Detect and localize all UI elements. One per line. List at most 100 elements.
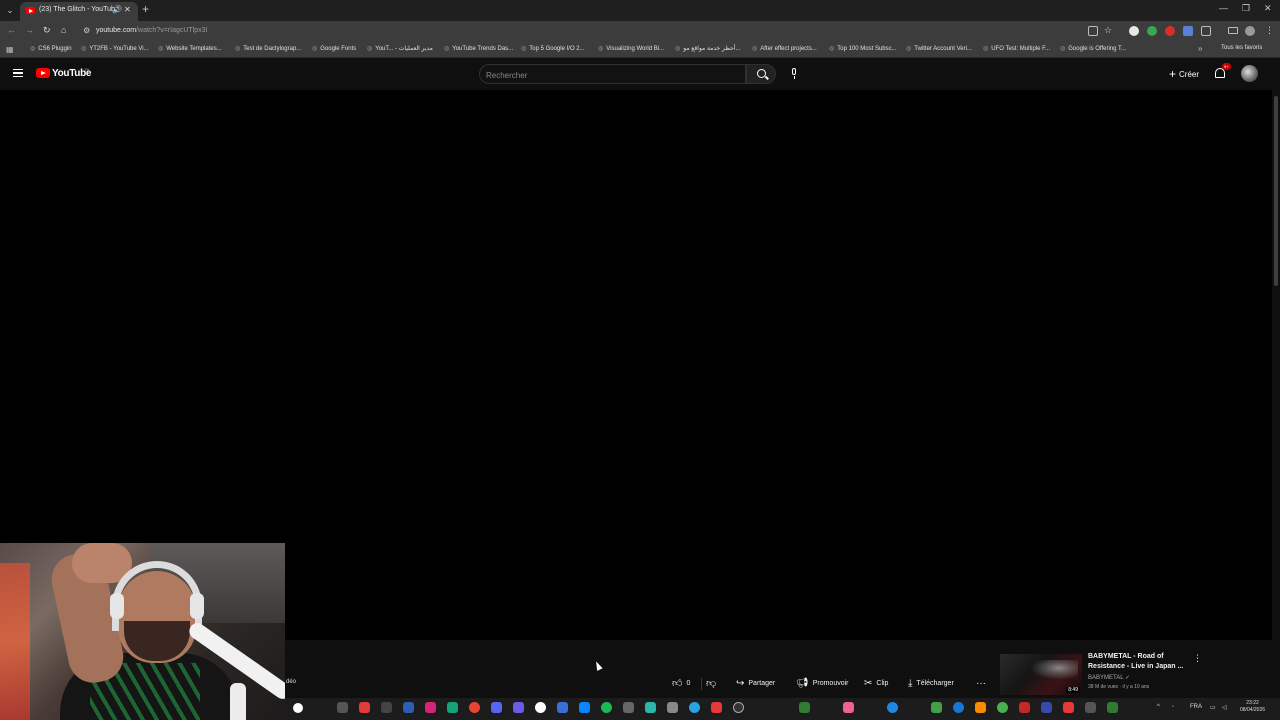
tab-close-icon[interactable]: ✕ — [124, 5, 131, 14]
system-clock[interactable]: 23:22 08/04/2026 — [1240, 700, 1265, 714]
taskbar-app-icon[interactable] — [381, 702, 392, 713]
guide-menu-icon[interactable] — [13, 69, 23, 77]
taskbar-app-icon[interactable] — [711, 702, 722, 713]
suggested-channel[interactable]: BABYMETAL ✓ — [1088, 674, 1130, 681]
bookmark-item[interactable]: Top 100 Most Subsc... — [829, 45, 896, 52]
bookmark-item[interactable]: YouTube Trends Das... — [444, 45, 513, 52]
bookmark-item[interactable]: Test de Dactylograp... — [235, 45, 301, 52]
download-button[interactable]: ⤓ Télécharger — [908, 675, 954, 693]
taskbar-app-icon[interactable] — [447, 702, 458, 713]
bookmark-item[interactable]: UFO Test: Multiple F... — [983, 45, 1050, 52]
telegram-taskbar-icon[interactable] — [689, 702, 700, 713]
taskbar-app-icon[interactable] — [403, 702, 414, 713]
profile-icon[interactable] — [1245, 26, 1255, 36]
promote-button[interactable]: 📢︎ Promouvoir — [796, 675, 849, 693]
taskbar-app-icon[interactable] — [337, 702, 348, 713]
taskbar-app-icon[interactable] — [1019, 702, 1030, 713]
tray-overflow-icon[interactable]: ^ — [1157, 704, 1160, 710]
side-panel-icon[interactable] — [1228, 27, 1238, 34]
bookmark-item[interactable]: Google Fonts — [312, 45, 356, 52]
avatar[interactable] — [1241, 65, 1258, 82]
bookmark-item[interactable]: YT2FB - YouTube Vi... — [81, 45, 148, 52]
new-tab-icon[interactable]: + — [142, 3, 149, 15]
bookmark-item[interactable]: أحظر خدمة مواقع مو... — [675, 45, 740, 52]
taskbar-app-icon[interactable] — [557, 702, 568, 713]
suggested-menu-icon[interactable]: ⋮ — [1193, 653, 1202, 664]
bookmark-item[interactable]: CS6 Pluggin — [30, 45, 71, 52]
clip-button[interactable]: ✂ Clip — [864, 675, 888, 693]
back-icon[interactable]: ← — [7, 25, 16, 35]
extension-shield-icon[interactable] — [1129, 26, 1139, 36]
taskbar-app-icon[interactable] — [535, 702, 546, 713]
taskbar-app-icon[interactable] — [579, 702, 590, 713]
home-icon[interactable]: ⌂ — [61, 25, 66, 35]
extension-green-icon[interactable] — [1147, 26, 1157, 36]
suggested-thumbnail[interactable]: 8:49 — [1000, 654, 1082, 695]
bookmark-item[interactable]: Google is Offering T... — [1060, 45, 1126, 52]
language-indicator[interactable]: FRA — [1190, 704, 1202, 710]
dislike-button[interactable]: 👎︎ — [706, 675, 720, 693]
spotify-taskbar-icon[interactable] — [601, 702, 612, 713]
bookmark-item[interactable]: Top 5 Google I/O 2... — [521, 45, 584, 52]
bookmark-item[interactable]: YouT... - مدير العمليات — [367, 45, 433, 52]
cast-icon[interactable] — [1088, 26, 1098, 36]
taskbar-app-icon[interactable] — [887, 702, 898, 713]
extension-red-icon[interactable] — [1165, 26, 1175, 36]
suggested-title[interactable]: BABYMETAL - Road of Resistance - Live in… — [1088, 652, 1184, 672]
site-info-icon[interactable]: ⚙ — [83, 26, 90, 35]
tab-search-chevron-icon[interactable]: ⌄ — [4, 4, 16, 16]
taskbar-app-icon[interactable] — [733, 702, 744, 713]
scrollbar-thumb[interactable] — [1274, 96, 1278, 286]
taskbar-app-icon[interactable] — [623, 702, 634, 713]
taskbar-app-icon[interactable] — [1085, 702, 1096, 713]
start-icon[interactable] — [293, 703, 303, 713]
discord-taskbar-icon[interactable] — [491, 702, 502, 713]
share-button[interactable]: ↪ Partager — [736, 675, 775, 693]
taskbar-app-icon[interactable] — [953, 702, 964, 713]
chrome-menu-icon[interactable]: ⋮ — [1265, 25, 1274, 36]
tab-audio-icon[interactable]: 🔊 — [112, 5, 122, 14]
bookmark-item[interactable]: After effect projects... — [752, 45, 817, 52]
youtube-logo-icon[interactable] — [36, 68, 50, 78]
taskbar-app-icon[interactable] — [667, 702, 678, 713]
network-icon[interactable]: ▭ — [1210, 704, 1216, 711]
taskbar-app-icon[interactable] — [359, 702, 370, 713]
taskbar-app-icon[interactable] — [1107, 702, 1118, 713]
taskbar-app-icon[interactable] — [513, 702, 524, 713]
bookmarks-overflow-icon[interactable]: » — [1198, 44, 1202, 53]
search-box[interactable] — [479, 64, 746, 85]
taskbar-app-icon[interactable] — [799, 702, 810, 713]
search-button[interactable] — [746, 64, 776, 84]
taskbar-app-icon[interactable] — [975, 702, 986, 713]
browser-tab-active[interactable]: (23) The Glitch - YouTube 🔊 ✕ — [20, 2, 138, 21]
taskbar-app-icon[interactable] — [843, 702, 854, 713]
bookmark-star-icon[interactable]: ☆ — [1104, 25, 1112, 36]
forward-icon[interactable]: → — [25, 25, 34, 35]
bookmark-item[interactable]: Website Templates... — [158, 45, 221, 52]
taskbar-app-icon[interactable] — [645, 702, 656, 713]
taskbar-app-icon[interactable] — [931, 702, 942, 713]
all-bookmarks-folder[interactable]: Tous les favoris — [1221, 45, 1262, 51]
extensions-puzzle-icon[interactable] — [1201, 26, 1211, 36]
bookmark-item[interactable]: Twitter Account Veri... — [906, 45, 972, 52]
minimize-icon[interactable]: — — [1219, 3, 1228, 13]
bookmark-item[interactable]: Visualizing World Bi... — [598, 45, 664, 52]
taskbar-app-icon[interactable] — [1041, 702, 1052, 713]
reload-icon[interactable]: ↻ — [43, 25, 51, 36]
restore-icon[interactable]: ❐ — [1242, 3, 1250, 14]
create-button[interactable]: + Créer — [1163, 65, 1205, 83]
apps-grid-icon[interactable]: ▦ — [6, 45, 14, 54]
taskbar-app-icon[interactable] — [1063, 702, 1074, 713]
taskbar-app-icon[interactable] — [997, 702, 1008, 713]
voice-search-button[interactable] — [784, 64, 804, 84]
like-button[interactable]: 👍︎ 0 — [672, 675, 690, 693]
volume-icon[interactable]: ◁ — [1222, 704, 1227, 711]
tray-mic-icon[interactable]: ◦ — [1172, 704, 1174, 710]
search-input[interactable] — [480, 66, 745, 85]
more-actions-icon[interactable]: ··· — [976, 675, 986, 693]
taskbar-app-icon[interactable] — [425, 702, 436, 713]
address-bar[interactable]: youtube.com/watch?v=rIagcUTlpx3I — [96, 27, 208, 34]
chrome-taskbar-icon[interactable] — [469, 702, 480, 713]
extension-translate-icon[interactable] — [1183, 26, 1193, 36]
close-window-icon[interactable]: ✕ — [1264, 3, 1272, 14]
